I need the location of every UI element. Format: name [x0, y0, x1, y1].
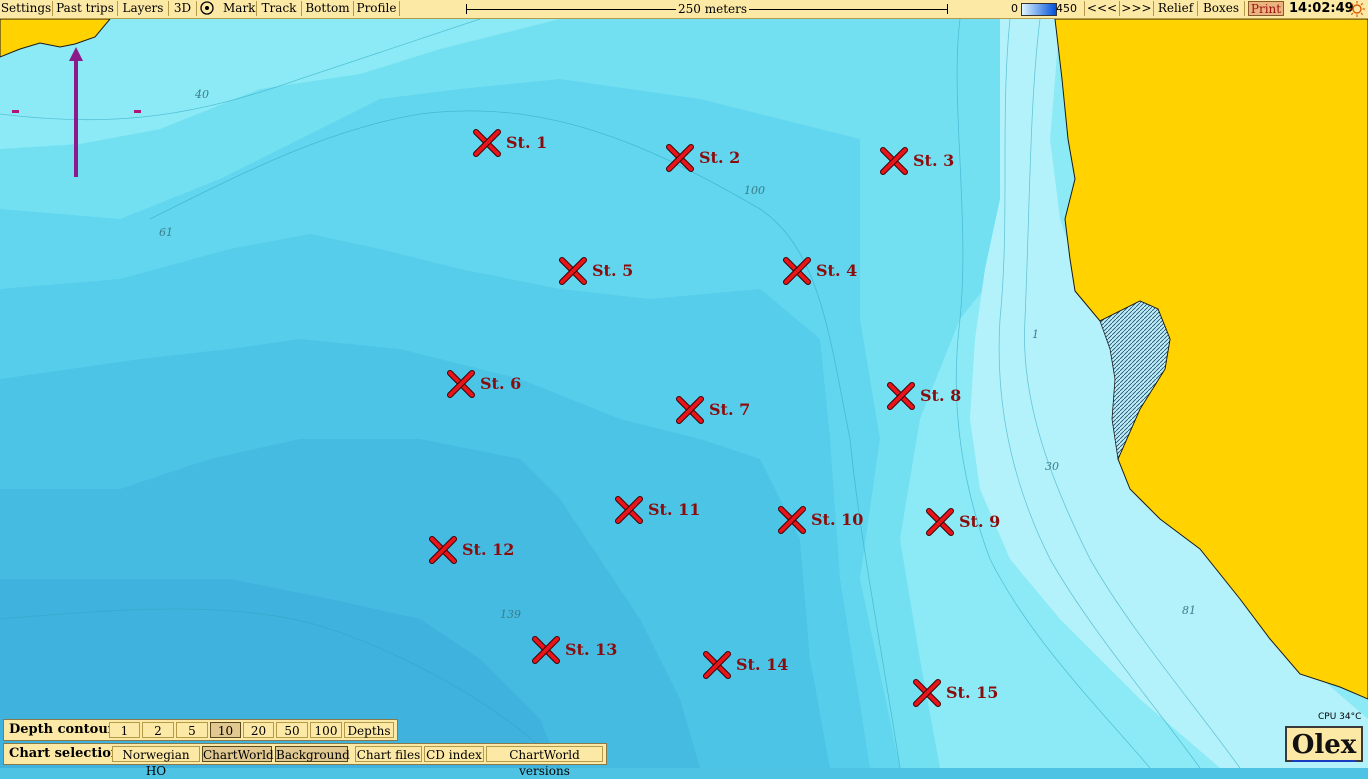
- settings-button[interactable]: Settings: [0, 1, 53, 16]
- norwegian-ho-button[interactable]: Norwegian HO: [112, 746, 200, 778]
- station-label: St. 7: [709, 400, 751, 419]
- cross-icon: [926, 508, 954, 536]
- cross-icon: [429, 536, 457, 564]
- chartworld-button[interactable]: ChartWorld: [202, 746, 274, 762]
- previous-button[interactable]: <<<: [1084, 1, 1120, 16]
- contour-10-button[interactable]: 10: [210, 722, 241, 738]
- depth-color-scale[interactable]: [1021, 3, 1057, 16]
- bottom-button[interactable]: Bottom: [302, 1, 354, 16]
- station-label: St. 2: [699, 148, 741, 167]
- station-label: St. 11: [648, 500, 701, 519]
- chart-view[interactable]: 40 61 100 1 30 81 139 St. 1 St. 2 St. 3 St.…: [0, 19, 1368, 768]
- station-label: St. 1: [506, 133, 548, 152]
- station-label: St. 8: [920, 386, 962, 405]
- station-label: St. 6: [480, 374, 522, 393]
- scale-bar-label: 250 meters: [676, 2, 750, 16]
- chartworld-versions-button[interactable]: ChartWorld versions: [486, 746, 603, 778]
- station-label: St. 12: [462, 540, 515, 559]
- depth-contours-panel: Depth contours 1 2 5 10 20 50 100 Depths: [3, 719, 398, 741]
- past-trips-button[interactable]: Past trips: [53, 1, 118, 16]
- chart-selection-title: Chart selection: [9, 746, 121, 761]
- scale-bar-tick-left: [466, 4, 467, 14]
- sun-icon[interactable]: [1349, 1, 1365, 17]
- cross-icon: [913, 679, 941, 707]
- depth-label: 40: [195, 88, 209, 101]
- cross-icon: [676, 396, 704, 424]
- track-button[interactable]: Track: [257, 1, 302, 16]
- station-label: St. 3: [913, 151, 955, 170]
- clock: 14:02:49: [1289, 1, 1354, 16]
- next-button[interactable]: >>>: [1120, 1, 1154, 16]
- olex-logo: Olex: [1285, 726, 1363, 762]
- station-label: St. 10: [811, 510, 864, 529]
- cross-icon: [778, 506, 806, 534]
- station-label: St. 14: [736, 655, 789, 674]
- cross-icon: [703, 651, 731, 679]
- target-icon: [200, 1, 214, 15]
- profile-button[interactable]: Profile: [354, 1, 400, 16]
- station-label: St. 13: [565, 640, 618, 659]
- mark-button[interactable]: Mark: [197, 1, 257, 16]
- olex-logo-text: Olex: [1291, 730, 1357, 762]
- depth-scale-min: 0: [1011, 2, 1018, 15]
- depth-label: 81: [1182, 604, 1196, 617]
- station-label: St. 9: [959, 512, 1001, 531]
- range-marker-left: [12, 110, 19, 113]
- depth-label: 61: [159, 226, 173, 239]
- cross-icon: [615, 496, 643, 524]
- relief-button[interactable]: Relief: [1154, 1, 1198, 16]
- depth-label: 139: [500, 608, 521, 621]
- cross-icon: [473, 129, 501, 157]
- chart-files-button[interactable]: Chart files: [355, 746, 422, 762]
- contour-5-button[interactable]: 5: [176, 722, 208, 738]
- contour-100-button[interactable]: 100: [310, 722, 342, 738]
- depth-scale-max: 450: [1056, 2, 1077, 15]
- contour-2-button[interactable]: 2: [142, 722, 174, 738]
- depth-contours-title: Depth contours: [9, 722, 122, 737]
- depths-button[interactable]: Depths: [344, 722, 394, 738]
- contour-1-button[interactable]: 1: [109, 722, 140, 738]
- 3d-button[interactable]: 3D: [169, 1, 197, 16]
- station-label: St. 4: [816, 261, 858, 280]
- mark-label: Mark: [223, 1, 256, 15]
- background-button[interactable]: Background: [275, 746, 350, 762]
- top-toolbar: Settings Past trips Layers 3D Mark Track…: [0, 0, 1368, 19]
- print-button[interactable]: Print: [1248, 1, 1284, 16]
- depth-label: 100: [744, 184, 765, 197]
- cross-icon: [447, 370, 475, 398]
- range-marker-right: [134, 110, 141, 113]
- contour-20-button[interactable]: 20: [243, 722, 274, 738]
- cross-icon: [880, 147, 908, 175]
- cross-icon: [783, 257, 811, 285]
- cd-index-button[interactable]: CD index: [424, 746, 484, 762]
- contour-50-button[interactable]: 50: [276, 722, 308, 738]
- station-label: St. 15: [946, 683, 999, 702]
- boxes-button[interactable]: Boxes: [1198, 1, 1245, 16]
- depth-label: 30: [1045, 460, 1059, 473]
- scale-bar-tick-right: [947, 4, 948, 14]
- cross-icon: [532, 636, 560, 664]
- cpu-temperature: CPU 34°C: [1318, 712, 1362, 722]
- layers-button[interactable]: Layers: [118, 1, 169, 16]
- bathymetry-layer: [0, 19, 1368, 768]
- depth-label: 1: [1032, 328, 1039, 341]
- north-arrow-icon: [69, 47, 83, 177]
- station-label: St. 5: [592, 261, 634, 280]
- cross-icon: [666, 144, 694, 172]
- chart-selection-panel: Chart selection Norwegian HO ChartWorld …: [3, 743, 607, 778]
- cross-icon: [887, 382, 915, 410]
- cross-icon: [559, 257, 587, 285]
